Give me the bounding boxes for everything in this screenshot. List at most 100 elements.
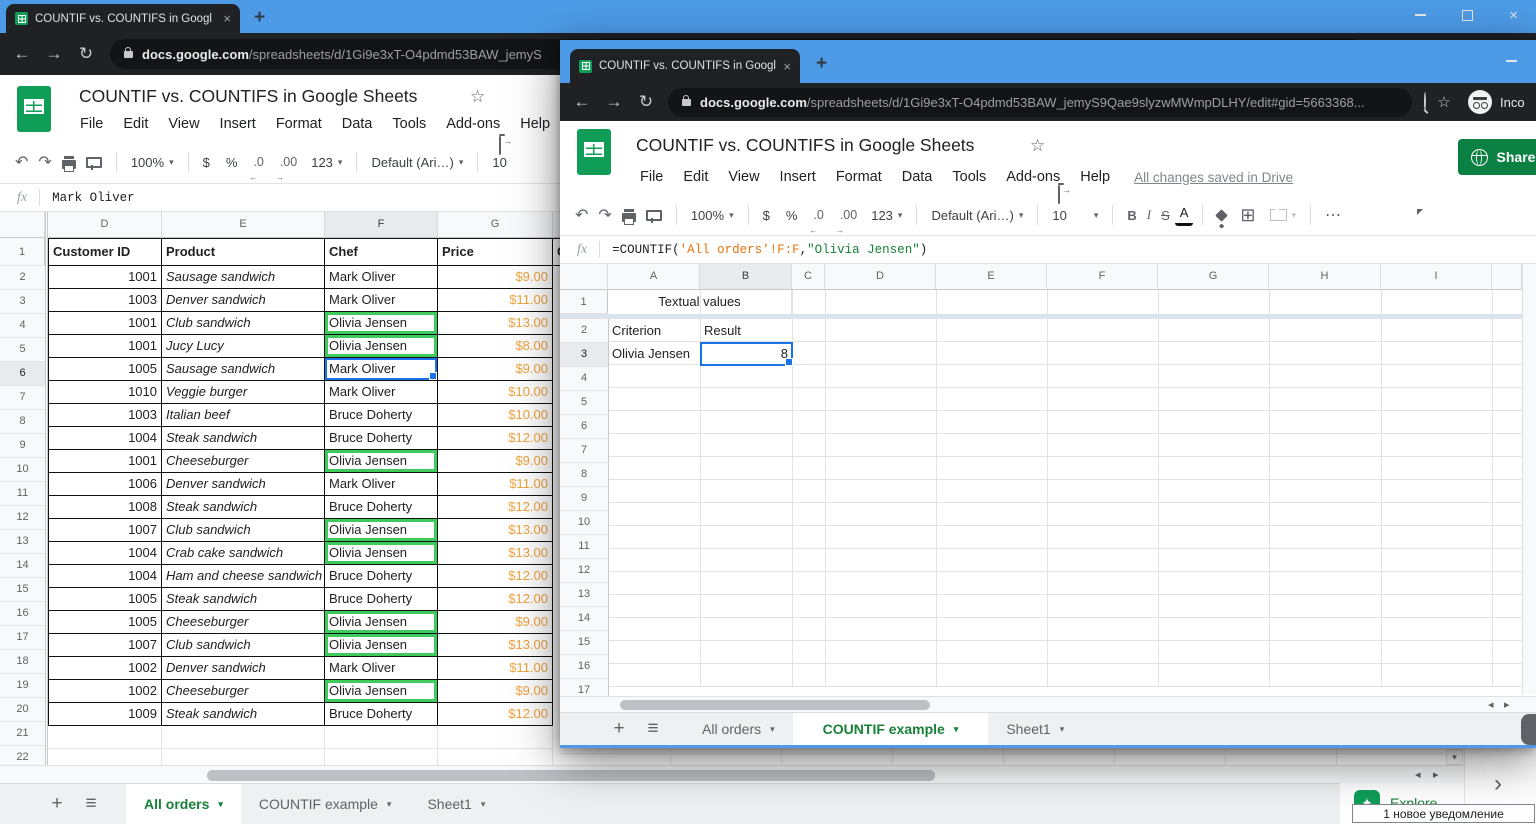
- cell-price[interactable]: $12.00: [438, 565, 553, 588]
- cell-product[interactable]: Ham and cheese sandwich: [162, 565, 325, 588]
- menu-item[interactable]: Help: [510, 114, 560, 134]
- cell-price[interactable]: $13.00: [438, 542, 553, 565]
- back-icon[interactable]: ←: [566, 92, 598, 112]
- column-header-d[interactable]: D: [825, 264, 936, 290]
- minimize-icon[interactable]: [1415, 14, 1426, 16]
- cell-price[interactable]: $12.00: [438, 588, 553, 611]
- menu-item[interactable]: Edit: [673, 167, 718, 187]
- new-tab-button[interactable]: +: [816, 54, 827, 73]
- undo-icon[interactable]: ↶: [10, 149, 33, 175]
- cell-price[interactable]: $12.00: [438, 427, 553, 450]
- row-header[interactable]: 9: [560, 487, 609, 511]
- column-header-g[interactable]: G: [438, 212, 553, 238]
- column-header-f[interactable]: F: [1047, 264, 1158, 290]
- document-title[interactable]: COUNTIF vs. COUNTIFS in Google Sheets: [79, 86, 417, 107]
- sheet-tab-countif-example[interactable]: COUNTIF example▾: [241, 784, 410, 824]
- cell-chef[interactable]: Bruce Doherty: [325, 496, 438, 519]
- vertical-scrollbar[interactable]: [1522, 264, 1536, 694]
- format-percent-button[interactable]: %: [781, 202, 803, 228]
- cell-customer-id[interactable]: 1005: [48, 611, 162, 634]
- cell-price[interactable]: $13.00: [438, 519, 553, 542]
- font-size-select[interactable]: 10: [487, 149, 511, 175]
- column-header-a[interactable]: A: [608, 264, 700, 290]
- sheet-tab-countif-example[interactable]: COUNTIF example▾: [793, 713, 989, 745]
- cell-product[interactable]: Veggie burger: [162, 381, 325, 404]
- sheet-tab-all-orders[interactable]: All orders▾: [684, 713, 793, 745]
- all-sheets-button[interactable]: ≡: [74, 784, 108, 824]
- formula-bar[interactable]: fx =COUNTIF('All orders'!F:F,"Olivia Jen…: [560, 235, 1536, 264]
- cell-price[interactable]: $11.00: [438, 289, 553, 312]
- header-chef[interactable]: Chef: [325, 238, 438, 266]
- cell-price[interactable]: $10.00: [438, 404, 553, 427]
- row-header[interactable]: 22: [0, 746, 46, 765]
- header-customer-id[interactable]: Customer ID: [48, 238, 162, 266]
- cell-chef[interactable]: Bruce Doherty: [325, 588, 438, 611]
- back-icon[interactable]: ←: [6, 44, 38, 64]
- all-sheets-button[interactable]: ≡: [636, 713, 670, 745]
- row-header[interactable]: 13: [560, 583, 609, 607]
- add-sheet-button[interactable]: +: [602, 713, 636, 745]
- increase-decimal-button[interactable]: .00→: [275, 149, 302, 175]
- cell-product[interactable]: Club sandwich: [162, 634, 325, 657]
- cell-price[interactable]: $9.00: [438, 680, 553, 703]
- undo-icon[interactable]: ↶: [570, 202, 593, 228]
- row-header[interactable]: 2: [0, 266, 46, 290]
- side-panel-toggle[interactable]: [1521, 714, 1536, 745]
- cell-product[interactable]: Cheeseburger: [162, 611, 325, 634]
- cell-chef[interactable]: Bruce Doherty: [325, 404, 438, 427]
- cell-price[interactable]: $9.00: [438, 450, 553, 473]
- cell-chef[interactable]: Olivia Jensen: [325, 312, 438, 335]
- cell-price[interactable]: $13.00: [438, 312, 553, 335]
- row-header[interactable]: 14: [560, 607, 609, 631]
- column-header-i[interactable]: I: [1381, 264, 1492, 290]
- column-header-h[interactable]: H: [1269, 264, 1381, 290]
- menu-item[interactable]: File: [630, 167, 673, 187]
- empty-cell[interactable]: [325, 749, 438, 765]
- row-header[interactable]: 17: [0, 626, 46, 650]
- tab-close-icon[interactable]: ×: [783, 60, 791, 73]
- menu-item[interactable]: Add-ons: [996, 167, 1070, 187]
- cell-product[interactable]: Sausage sandwich: [162, 266, 325, 289]
- row-header[interactable]: 3: [560, 343, 609, 367]
- reload-icon[interactable]: ↻: [70, 44, 102, 64]
- row-header[interactable]: 15: [560, 631, 609, 655]
- row-header[interactable]: 13: [0, 530, 46, 554]
- cell-chef[interactable]: Olivia Jensen: [325, 519, 438, 542]
- cell-product[interactable]: Crab cake sandwich: [162, 542, 325, 565]
- scroll-right-icon[interactable]: ▸: [1504, 698, 1510, 711]
- column-header-c[interactable]: C: [792, 264, 825, 290]
- bookmark-star-icon[interactable]: ☆: [1428, 93, 1460, 111]
- cell-customer-id[interactable]: 1001: [48, 266, 162, 289]
- scrollbar-thumb[interactable]: [620, 700, 930, 710]
- scrollbar-thumb[interactable]: [207, 770, 935, 781]
- cell-chef[interactable]: Mark Oliver: [325, 289, 438, 312]
- cell-price[interactable]: $11.00: [438, 473, 553, 496]
- cell-product[interactable]: Italian beef: [162, 404, 325, 427]
- redo-icon[interactable]: ↷: [593, 202, 616, 228]
- cell-customer-id[interactable]: 1010: [48, 381, 162, 404]
- cell-customer-id[interactable]: 1007: [48, 634, 162, 657]
- cell-chef[interactable]: Mark Oliver: [325, 657, 438, 680]
- font-select[interactable]: Default (Ari…)▾: [926, 202, 1028, 228]
- forward-icon[interactable]: →: [598, 92, 630, 112]
- row-header[interactable]: 4: [0, 314, 46, 338]
- row-header[interactable]: 16: [0, 602, 46, 626]
- horizontal-scrollbar[interactable]: ◂ ▸: [560, 696, 1536, 712]
- sheet-tab-sheet1[interactable]: Sheet1▾: [988, 713, 1082, 745]
- cell-chef[interactable]: Olivia Jensen: [325, 542, 438, 565]
- format-currency-button[interactable]: $: [198, 149, 215, 175]
- zoom-select[interactable]: 100%▾: [126, 149, 179, 175]
- print-icon[interactable]: [617, 202, 641, 228]
- scroll-left-icon[interactable]: ◂: [1488, 698, 1494, 711]
- menu-item[interactable]: Insert: [210, 114, 266, 134]
- cell-product[interactable]: Steak sandwich: [162, 588, 325, 611]
- vertical-scrollbar-down[interactable]: ▾: [1446, 749, 1463, 765]
- menu-item[interactable]: View: [718, 167, 769, 187]
- reload-icon[interactable]: ↻: [630, 92, 662, 112]
- tab-close-icon[interactable]: ×: [223, 12, 231, 25]
- row-header[interactable]: 12: [0, 506, 46, 530]
- cell-customer-id[interactable]: 1008: [48, 496, 162, 519]
- star-document-icon[interactable]: ☆: [470, 87, 485, 107]
- browser-tab[interactable]: COUNTIF vs. COUNTIFS in Googl ×: [6, 4, 240, 33]
- empty-cell[interactable]: [325, 726, 438, 749]
